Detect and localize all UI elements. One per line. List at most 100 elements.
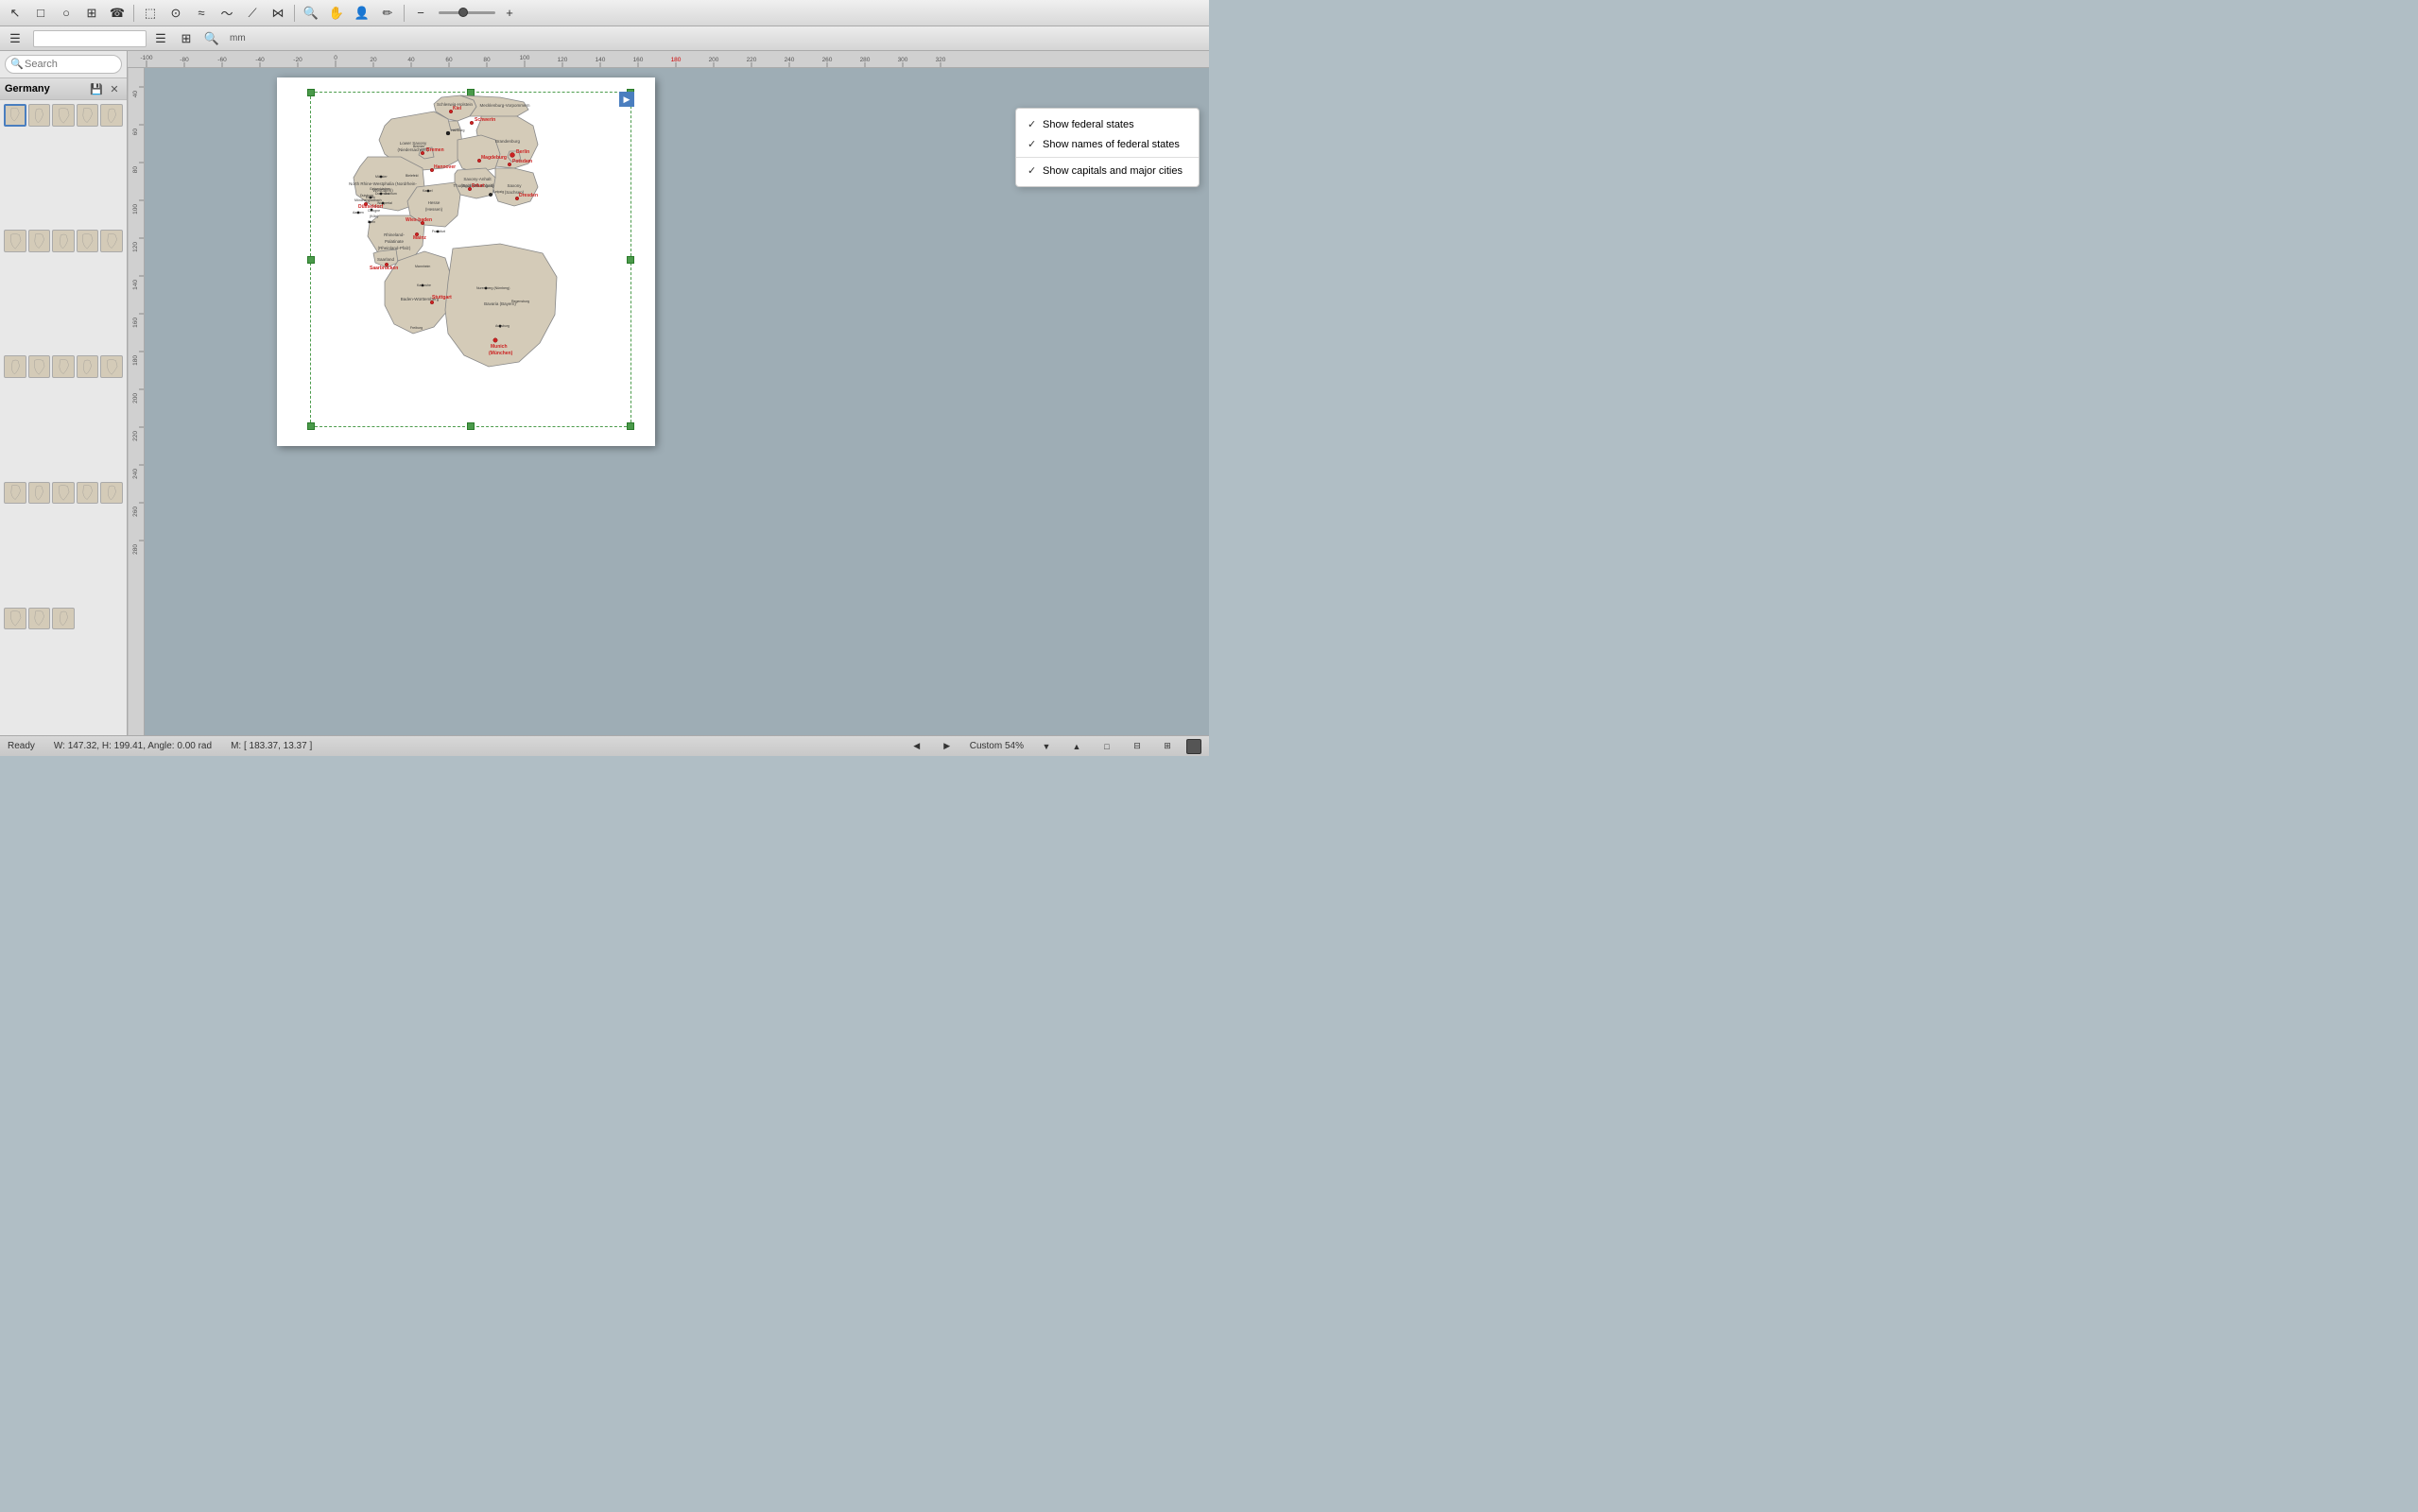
svg-text:-80: -80 xyxy=(180,57,189,63)
thumb-5[interactable] xyxy=(100,104,123,127)
phone-tool[interactable]: ☎ xyxy=(106,3,129,24)
view-single-btn[interactable]: □ xyxy=(1096,736,1118,757)
user-tool[interactable]: 👤 xyxy=(351,3,373,24)
svg-text:280: 280 xyxy=(132,544,139,555)
pan-tool[interactable]: ✋ xyxy=(325,3,348,24)
menu-label-capitals: Show capitals and major cities xyxy=(1043,165,1183,177)
canvas-container: 40 60 80 100 120 140 160 xyxy=(128,68,1209,735)
state-saxony-anhalt xyxy=(458,135,500,173)
svg-text:180: 180 xyxy=(132,355,139,366)
svg-text:100: 100 xyxy=(132,204,139,215)
thumb-7[interactable] xyxy=(28,230,51,252)
label-gelsenkirchen: Gelsenkirchen xyxy=(370,187,390,191)
menu-divider xyxy=(1016,157,1199,158)
thumb-1[interactable] xyxy=(4,104,26,127)
thumb-19[interactable] xyxy=(77,482,99,505)
ellipse-tool[interactable]: ○ xyxy=(55,3,78,24)
svg-text:240: 240 xyxy=(132,469,139,479)
label-bielefeld: Bielefeld xyxy=(406,174,418,178)
label-rhineland3: (Rheinland-Pfalz) xyxy=(378,246,411,250)
map-container[interactable]: Schleswig-Holstein Mecklenburg-Vorpommer… xyxy=(310,92,631,427)
svg-text:260: 260 xyxy=(822,57,833,63)
thumb-13[interactable] xyxy=(52,355,75,378)
select-rect-tool[interactable]: ⬚ xyxy=(139,3,162,24)
svg-text:60: 60 xyxy=(132,129,139,136)
label-regensburg: Regensburg xyxy=(511,300,529,303)
panel-close-btn[interactable]: ✕ xyxy=(107,81,122,96)
display-settings-btn[interactable] xyxy=(1186,739,1201,754)
dot-frankfurt xyxy=(437,231,439,232)
zoom-thumb[interactable] xyxy=(458,8,468,17)
svg-text:220: 220 xyxy=(132,431,139,441)
label-erfurt: Erfurt xyxy=(472,183,485,189)
thumb-20[interactable] xyxy=(100,482,123,505)
check-federal-states: ✓ xyxy=(1028,118,1039,130)
thumb-2[interactable] xyxy=(28,104,51,127)
dropdown-menu: ✓ Show federal states ✓ Show names of fe… xyxy=(1015,108,1200,187)
zoom-in-btn[interactable]: + xyxy=(498,3,521,24)
view-multi-btn[interactable]: ⊞ xyxy=(1156,736,1179,757)
menu-btn[interactable]: ☰ xyxy=(4,28,26,49)
filename-input[interactable] xyxy=(33,30,147,47)
thumb-11[interactable] xyxy=(4,355,26,378)
select-circle-tool[interactable]: ⊙ xyxy=(164,3,187,24)
svg-text:0: 0 xyxy=(334,55,337,61)
prev-page-btn[interactable]: ◀ xyxy=(906,736,928,757)
secondary-toolbar: ☰ ☰ ⊞ 🔍 mm xyxy=(0,26,1209,51)
menu-item-capitals[interactable]: ✓ Show capitals and major cities xyxy=(1016,161,1199,180)
list-view-btn[interactable]: ☰ xyxy=(149,28,172,49)
pointer-tool[interactable]: ↖ xyxy=(4,3,26,24)
thumb-22[interactable] xyxy=(28,608,51,630)
label-hamburg-small: Hamburg xyxy=(451,129,464,132)
svg-text:160: 160 xyxy=(132,318,139,328)
label-saxony: Saxony xyxy=(507,183,522,188)
svg-text:200: 200 xyxy=(709,57,719,63)
thumb-10[interactable] xyxy=(100,230,123,252)
svg-text:260: 260 xyxy=(132,507,139,517)
grid-view-btn[interactable]: ⊞ xyxy=(175,28,198,49)
rectangle-tool[interactable]: □ xyxy=(29,3,52,24)
view-dual-btn[interactable]: ⊟ xyxy=(1126,736,1149,757)
thumbnails-grid xyxy=(0,100,127,735)
zoom-up-btn[interactable]: ▲ xyxy=(1065,736,1088,757)
label-rhineland: Rhineland- xyxy=(384,232,405,237)
canvas-area[interactable]: -100 -80 -60 -40 -20 0 20 40 60 xyxy=(128,51,1209,735)
thumb-8[interactable] xyxy=(52,230,75,252)
menu-item-federal-states[interactable]: ✓ Show federal states xyxy=(1016,114,1199,134)
thumb-6[interactable] xyxy=(4,230,26,252)
node-edit-tool[interactable]: ⋈ xyxy=(267,3,289,24)
thumb-15[interactable] xyxy=(100,355,123,378)
thumb-21[interactable] xyxy=(4,608,26,630)
thumb-14[interactable] xyxy=(77,355,99,378)
thumb-16[interactable] xyxy=(4,482,26,505)
label-hesse2: (Hessen) xyxy=(425,207,443,212)
statusbar-right: ◀ ▶ Custom 54% ▼ ▲ □ ⊟ ⊞ xyxy=(906,736,1201,757)
dot-schwerin xyxy=(470,121,474,125)
menu-item-names-federal-states[interactable]: ✓ Show names of federal states xyxy=(1016,134,1199,154)
next-page-btn[interactable]: ▶ xyxy=(936,736,959,757)
thumb-12[interactable] xyxy=(28,355,51,378)
zoom-slider[interactable] xyxy=(439,11,495,14)
search-btn[interactable]: 🔍 xyxy=(200,28,223,49)
eyedropper-tool[interactable]: ✏ xyxy=(376,3,399,24)
label-schwerin: Schwerin xyxy=(475,117,495,123)
zoom-tool[interactable]: 🔍 xyxy=(300,3,322,24)
table-tool[interactable]: ⊞ xyxy=(80,3,103,24)
thumb-4[interactable] xyxy=(77,104,99,127)
freehand-tool[interactable]: 〜 xyxy=(216,3,238,24)
thumb-17[interactable] xyxy=(28,482,51,505)
zoom-out-btn[interactable]: − xyxy=(409,3,432,24)
svg-text:40: 40 xyxy=(407,57,415,63)
search-bar: 🔍 xyxy=(0,51,127,78)
line-tool[interactable]: ⟋ xyxy=(241,3,264,24)
canvas-content[interactable]: Schleswig-Holstein Mecklenburg-Vorpommer… xyxy=(145,68,1209,735)
bezier-tool[interactable]: ≈ xyxy=(190,3,213,24)
thumb-3[interactable] xyxy=(52,104,75,127)
thumb-23[interactable] xyxy=(52,608,75,630)
panel-save-btn[interactable]: 💾 xyxy=(89,81,104,96)
zoom-down-btn[interactable]: ▼ xyxy=(1035,736,1058,757)
thumb-18[interactable] xyxy=(52,482,75,505)
thumb-9[interactable] xyxy=(77,230,99,252)
dot-leipzig xyxy=(489,193,492,197)
dropdown-trigger-btn[interactable]: ▶ xyxy=(619,92,634,107)
